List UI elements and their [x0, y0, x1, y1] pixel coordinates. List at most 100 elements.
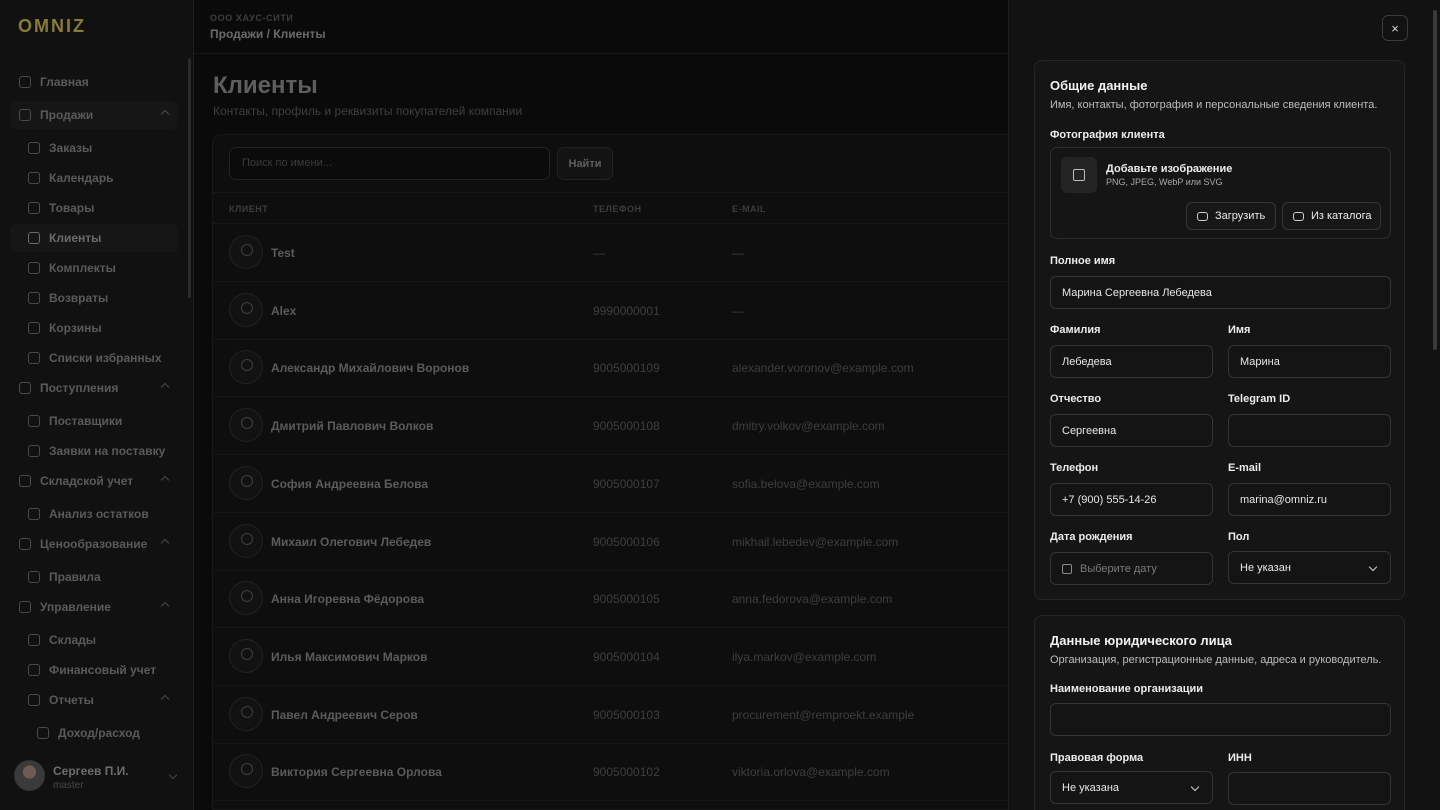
- heart-icon: [28, 352, 40, 364]
- table-row[interactable]: София Андреевна Белова 9005000107 sofia.be…: [213, 455, 1009, 513]
- sidebar-scrollbar[interactable]: [188, 58, 191, 298]
- sidebar-item-label: Ценообразование: [40, 537, 148, 551]
- email-field[interactable]: marina@omniz.ru: [1228, 483, 1391, 516]
- search-input[interactable]: Поиск по имени...: [229, 147, 550, 180]
- legal-form-select[interactable]: Не указана: [1050, 771, 1213, 804]
- column-header-phone[interactable]: ТЕЛЕФОН: [593, 204, 642, 214]
- sidebar-item[interactable]: Главная: [10, 68, 178, 96]
- first-name-field[interactable]: Марина: [1228, 345, 1391, 378]
- sidebar-item[interactable]: Правила: [10, 563, 178, 591]
- table-row[interactable]: Виктория Сергеевна Орлова 9005000102 vikto…: [213, 743, 1009, 802]
- sidebar-item[interactable]: Клиенты: [10, 224, 178, 252]
- table-row[interactable]: Павел Андреевич Серов 9005000103 procureme…: [213, 686, 1009, 744]
- user-icon: [229, 754, 263, 789]
- sidebar-item[interactable]: Поставщики: [10, 407, 178, 435]
- sidebar-item[interactable]: Поступления: [10, 374, 178, 402]
- table-row[interactable]: Alex 9990000001 —: [213, 282, 1009, 340]
- page-subtitle: Контакты, профиль и реквизиты покупателе…: [213, 104, 523, 118]
- user-icon: [229, 350, 263, 385]
- sidebar-item[interactable]: Управление: [10, 593, 178, 621]
- find-button[interactable]: Найти: [557, 147, 613, 180]
- sidebar-item[interactable]: Календарь: [10, 164, 178, 192]
- client-name: Александр Михайлович Воронов: [271, 361, 470, 376]
- chevron-up-icon: [160, 475, 170, 485]
- last-name-label: Фамилия: [1050, 324, 1101, 336]
- table-row[interactable]: Анна Игоревна Фёдорова 9005000105 anna.fed…: [213, 570, 1009, 629]
- client-name: Виктория Сергеевна Орлова: [271, 765, 442, 780]
- sidebar-item[interactable]: Доход/расход: [10, 719, 178, 747]
- last-name-field[interactable]: Лебедева: [1050, 345, 1213, 378]
- app-logo[interactable]: OMNIZ: [18, 18, 133, 34]
- sidebar-item-label: Отчеты: [49, 693, 94, 707]
- org-name-field[interactable]: [1050, 703, 1391, 736]
- sidebar-item[interactable]: Склады: [10, 626, 178, 654]
- table-row[interactable]: Дмитрий Павлович Волков 9005000108 dmitry.…: [213, 397, 1009, 456]
- sidebar-item-label: Заявки на поставку: [49, 444, 166, 458]
- sidebar-item[interactable]: Ценообразование: [10, 530, 178, 558]
- logo-text: OMNIZ: [18, 18, 86, 34]
- table-row[interactable]: Илья Максимович Марков 9005000104 ilya.mar…: [213, 628, 1009, 686]
- client-phone: 9005000102: [593, 765, 660, 780]
- client-phone: 9005000106: [593, 534, 660, 549]
- client-phone: 9005000109: [593, 361, 660, 376]
- client-phone: —: [593, 246, 605, 260]
- sidebar-item[interactable]: Отчеты: [10, 686, 178, 714]
- chevron-up-icon: [160, 538, 170, 548]
- gender-select[interactable]: Не указан: [1228, 551, 1391, 584]
- from-catalog-button[interactable]: Из каталога: [1282, 202, 1381, 230]
- sidebar-item[interactable]: Списки избранных: [10, 344, 178, 372]
- page-title: Клиенты: [213, 72, 318, 99]
- column-header-email[interactable]: E-MAIL: [732, 204, 766, 214]
- sidebar-item-label: Корзины: [49, 321, 102, 335]
- table-row[interactable]: Александр Михайлович Воронов 9005000109 al…: [213, 339, 1009, 398]
- sidebar-item[interactable]: Финансовый учет: [10, 656, 178, 684]
- chevron-down-icon: [168, 770, 178, 780]
- client-email: sofia.belova@example.com: [732, 476, 880, 491]
- phone-field[interactable]: +7 (900) 555-14-26: [1050, 483, 1213, 516]
- inn-field[interactable]: [1228, 772, 1391, 805]
- table-row[interactable]: Михаил Олегович Лебедев 9005000106 mikhail…: [213, 513, 1009, 571]
- sidebar-item-label: Анализ остатков: [49, 507, 149, 521]
- telegram-label: Telegram ID: [1228, 393, 1291, 405]
- inbox-icon: [28, 445, 40, 457]
- sidebar-item[interactable]: Комплекты: [10, 254, 178, 282]
- table-header: КЛИЕНТ ТЕЛЕФОН E-MAIL: [213, 192, 1009, 224]
- birth-date-picker[interactable]: Выберите дату: [1050, 552, 1213, 585]
- table-row[interactable]: Test — —: [213, 224, 1009, 282]
- sidebar-item[interactable]: Анализ остатков: [10, 500, 178, 528]
- column-header-client[interactable]: КЛИЕНТ: [229, 204, 268, 214]
- from-catalog-button-label: Из каталога: [1311, 210, 1372, 222]
- upload-button[interactable]: Загрузить: [1186, 202, 1276, 230]
- sidebar-item[interactable]: Продажи: [10, 101, 178, 129]
- full-name-field[interactable]: Марина Сергеевна Лебедева: [1050, 276, 1391, 309]
- client-email: procurement@remproekt.example: [732, 707, 915, 722]
- sidebar-item[interactable]: Товары: [10, 194, 178, 222]
- bar-chart-icon: [28, 694, 40, 706]
- close-button[interactable]: ×: [1382, 15, 1408, 41]
- sidebar-item-label: Товары: [49, 201, 95, 215]
- sidebar-item[interactable]: Заказы: [10, 134, 178, 162]
- cloud-upload-icon: [1197, 211, 1208, 221]
- telegram-field[interactable]: [1228, 414, 1391, 447]
- client-phone: 9005000103: [593, 707, 660, 722]
- sidebar-item[interactable]: Заявки на поставку: [10, 437, 178, 465]
- gender-label: Пол: [1228, 531, 1250, 543]
- add-image-text: Добавьте изображение: [1106, 163, 1233, 175]
- layers-icon: [28, 262, 40, 274]
- sidebar-item[interactable]: Корзины: [10, 314, 178, 342]
- user-icon: [229, 638, 263, 673]
- user-icon: [28, 232, 40, 244]
- user-avatar: [14, 760, 45, 791]
- user-icon: [229, 408, 263, 443]
- legal-form-value: Не указана: [1062, 781, 1120, 794]
- sidebar-item[interactable]: Складской учет: [10, 467, 178, 495]
- sidebar-item-label: Поступления: [40, 381, 119, 395]
- logo-wordmark: OMNIZ: [18, 18, 86, 34]
- sidebar-item-label: Комплекты: [49, 261, 116, 275]
- drawer-scrollbar[interactable]: [1433, 10, 1437, 350]
- photo-upload-box: Добавьте изображение PNG, JPEG, WebP или…: [1050, 147, 1391, 239]
- sidebar-item[interactable]: Возвраты: [10, 284, 178, 312]
- client-name: Анна Игоревна Фёдорова: [271, 592, 425, 607]
- patronymic-field[interactable]: Сергеевна: [1050, 414, 1213, 447]
- user-menu[interactable]: Сергеев П.И. master: [14, 758, 184, 794]
